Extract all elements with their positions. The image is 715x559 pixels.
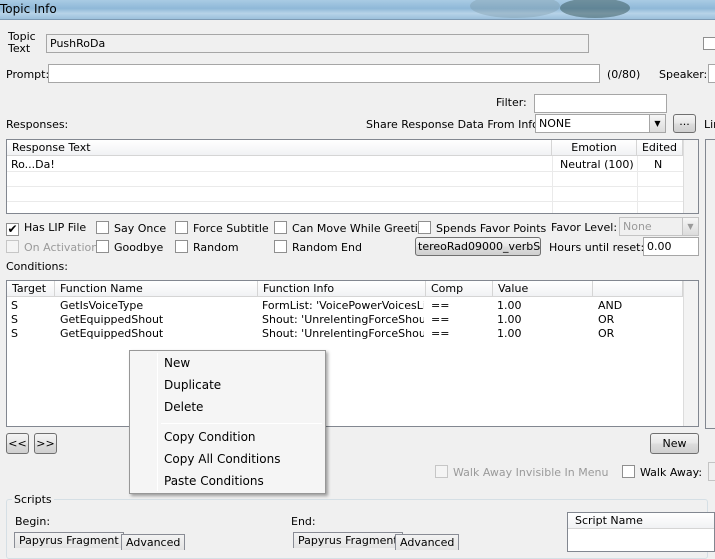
response-text-header[interactable]: Response Text (7, 140, 552, 156)
emotion-cell: Neutral (100) (560, 158, 634, 171)
topic-text-label: Topic Text (8, 30, 36, 55)
audio-file-button[interactable]: tereoRad09000_verbSH (415, 237, 541, 256)
logic-cell: AND (598, 299, 623, 312)
tab-begin-papyrus-fragment[interactable]: Papyrus Fragment (14, 532, 124, 548)
function-info-cell: Shout: 'UnrelentingForceShou... (262, 327, 424, 340)
responses-label: Responses: (6, 118, 69, 131)
edited-header[interactable]: Edited (637, 140, 683, 156)
logic-cell: OR (598, 313, 615, 326)
previous-button[interactable]: << (6, 433, 29, 454)
on-activation-checkbox: On Activation (6, 240, 98, 254)
speaker-label: Speaker: (659, 68, 708, 81)
walk-away-select (708, 462, 715, 481)
comp-cell: == (431, 299, 450, 312)
share-response-select[interactable]: NONE ▼ (535, 114, 666, 133)
prompt-label: Prompt: (6, 68, 50, 81)
topic-text-field[interactable]: PushRoDa (46, 34, 589, 53)
title-bar: Topic Info (0, 0, 715, 20)
script-name-list[interactable]: Script Name (567, 512, 715, 552)
value-cell: 1.00 (497, 313, 522, 326)
value-header[interactable]: Value (493, 281, 593, 297)
lines-list-partial (705, 139, 715, 429)
function-info-cell: FormList: 'VoicePowerVoicesLi... (262, 299, 424, 312)
responses-scrollbar[interactable] (683, 140, 698, 213)
value-cell: 1.00 (497, 327, 522, 340)
response-text-cell: Ro...Da! (11, 158, 55, 171)
hours-until-reset-input[interactable]: 0.00 (643, 237, 699, 256)
random-checkbox[interactable]: Random (175, 240, 239, 254)
begin-label: Begin: (15, 515, 51, 528)
emotion-header[interactable]: Emotion (552, 140, 637, 156)
value-cell: 1.00 (497, 299, 522, 312)
force-subtitle-checkbox[interactable]: Force Subtitle (175, 221, 269, 235)
spends-favor-points-checkbox[interactable]: Spends Favor Points (418, 221, 546, 235)
target-header[interactable]: Target (7, 281, 55, 297)
conditions-list[interactable]: Target Function Name Function Info Comp … (6, 280, 699, 427)
say-once-checkbox[interactable]: Say Once (96, 221, 166, 235)
function-name-header[interactable]: Function Name (55, 281, 258, 297)
target-cell: S (11, 313, 18, 326)
prompt-counter: (0/80) (607, 68, 641, 81)
menu-item-delete[interactable]: Delete (164, 400, 203, 414)
filter-input[interactable] (534, 94, 667, 113)
menu-item-new[interactable]: New (164, 356, 190, 370)
top-right-checkbox[interactable] (703, 37, 715, 51)
function-name-cell: GetEquippedShout (60, 327, 164, 340)
comp-cell: == (431, 327, 450, 340)
menu-item-paste-conditions[interactable]: Paste Conditions (164, 474, 264, 488)
tab-end-advanced[interactable]: Advanced (395, 534, 460, 550)
chevron-down-icon: ▼ (649, 115, 665, 132)
new-condition-button[interactable]: New (650, 433, 699, 454)
prompt-input[interactable] (48, 64, 600, 83)
end-label: End: (291, 515, 316, 528)
edited-cell: N (654, 158, 663, 171)
menu-item-copy-all-conditions[interactable]: Copy All Conditions (164, 452, 280, 466)
function-name-cell: GetEquippedShout (60, 313, 164, 326)
function-name-cell: GetIsVoiceType (60, 299, 144, 312)
goodbye-checkbox[interactable]: Goodbye (96, 240, 163, 254)
function-info-cell: Shout: 'UnrelentingForceShout' (262, 313, 424, 326)
random-end-checkbox[interactable]: Random End (274, 240, 362, 254)
hours-until-reset-label: Hours until reset: (549, 241, 645, 254)
function-info-header[interactable]: Function Info (258, 281, 426, 297)
filter-label: Filter: (496, 96, 527, 109)
target-cell: S (11, 327, 18, 340)
has-lip-file-checkbox[interactable]: ✔ Has LIP File (6, 221, 86, 236)
responses-list[interactable]: Response Text Emotion Edited Ro...Da! Ne… (6, 139, 699, 214)
target-cell: S (11, 299, 18, 312)
tab-end-papyrus-fragment[interactable]: Papyrus Fragment (293, 532, 403, 548)
comp-cell: == (431, 313, 450, 326)
walk-away-invisible-checkbox: Walk Away Invisible In Menu (435, 465, 608, 479)
menu-separator (161, 423, 322, 424)
comp-header[interactable]: Comp (426, 281, 493, 297)
share-response-label: Share Response Data From Info: (366, 118, 543, 131)
lines-partial-label: Lin (704, 118, 715, 131)
tab-begin-advanced[interactable]: Advanced (121, 534, 186, 550)
menu-item-copy-condition[interactable]: Copy Condition (164, 430, 256, 444)
can-move-while-greeting-checkbox[interactable]: Can Move While Greeting (274, 221, 432, 235)
scripts-label: Scripts (12, 493, 54, 506)
conditions-context-menu: New Duplicate Delete Copy Condition Copy… (129, 350, 326, 494)
conditions-label: Conditions: (6, 260, 68, 273)
conditions-scrollbar[interactable] (683, 281, 698, 426)
speaker-field[interactable] (708, 64, 715, 83)
walk-away-checkbox[interactable]: Walk Away: (622, 465, 702, 479)
script-name-header[interactable]: Script Name (568, 513, 714, 529)
share-response-browse-button[interactable]: ... (673, 114, 696, 133)
window-title: Topic Info (0, 2, 57, 16)
menu-item-duplicate[interactable]: Duplicate (164, 378, 221, 392)
logic-cell: OR (598, 327, 615, 340)
chevron-down-icon: ▼ (682, 218, 698, 235)
logic-header[interactable] (593, 281, 683, 297)
favor-level-label: Favor Level: (551, 221, 618, 234)
favor-level-select: None ▼ (619, 217, 699, 236)
next-button[interactable]: >> (34, 433, 57, 454)
